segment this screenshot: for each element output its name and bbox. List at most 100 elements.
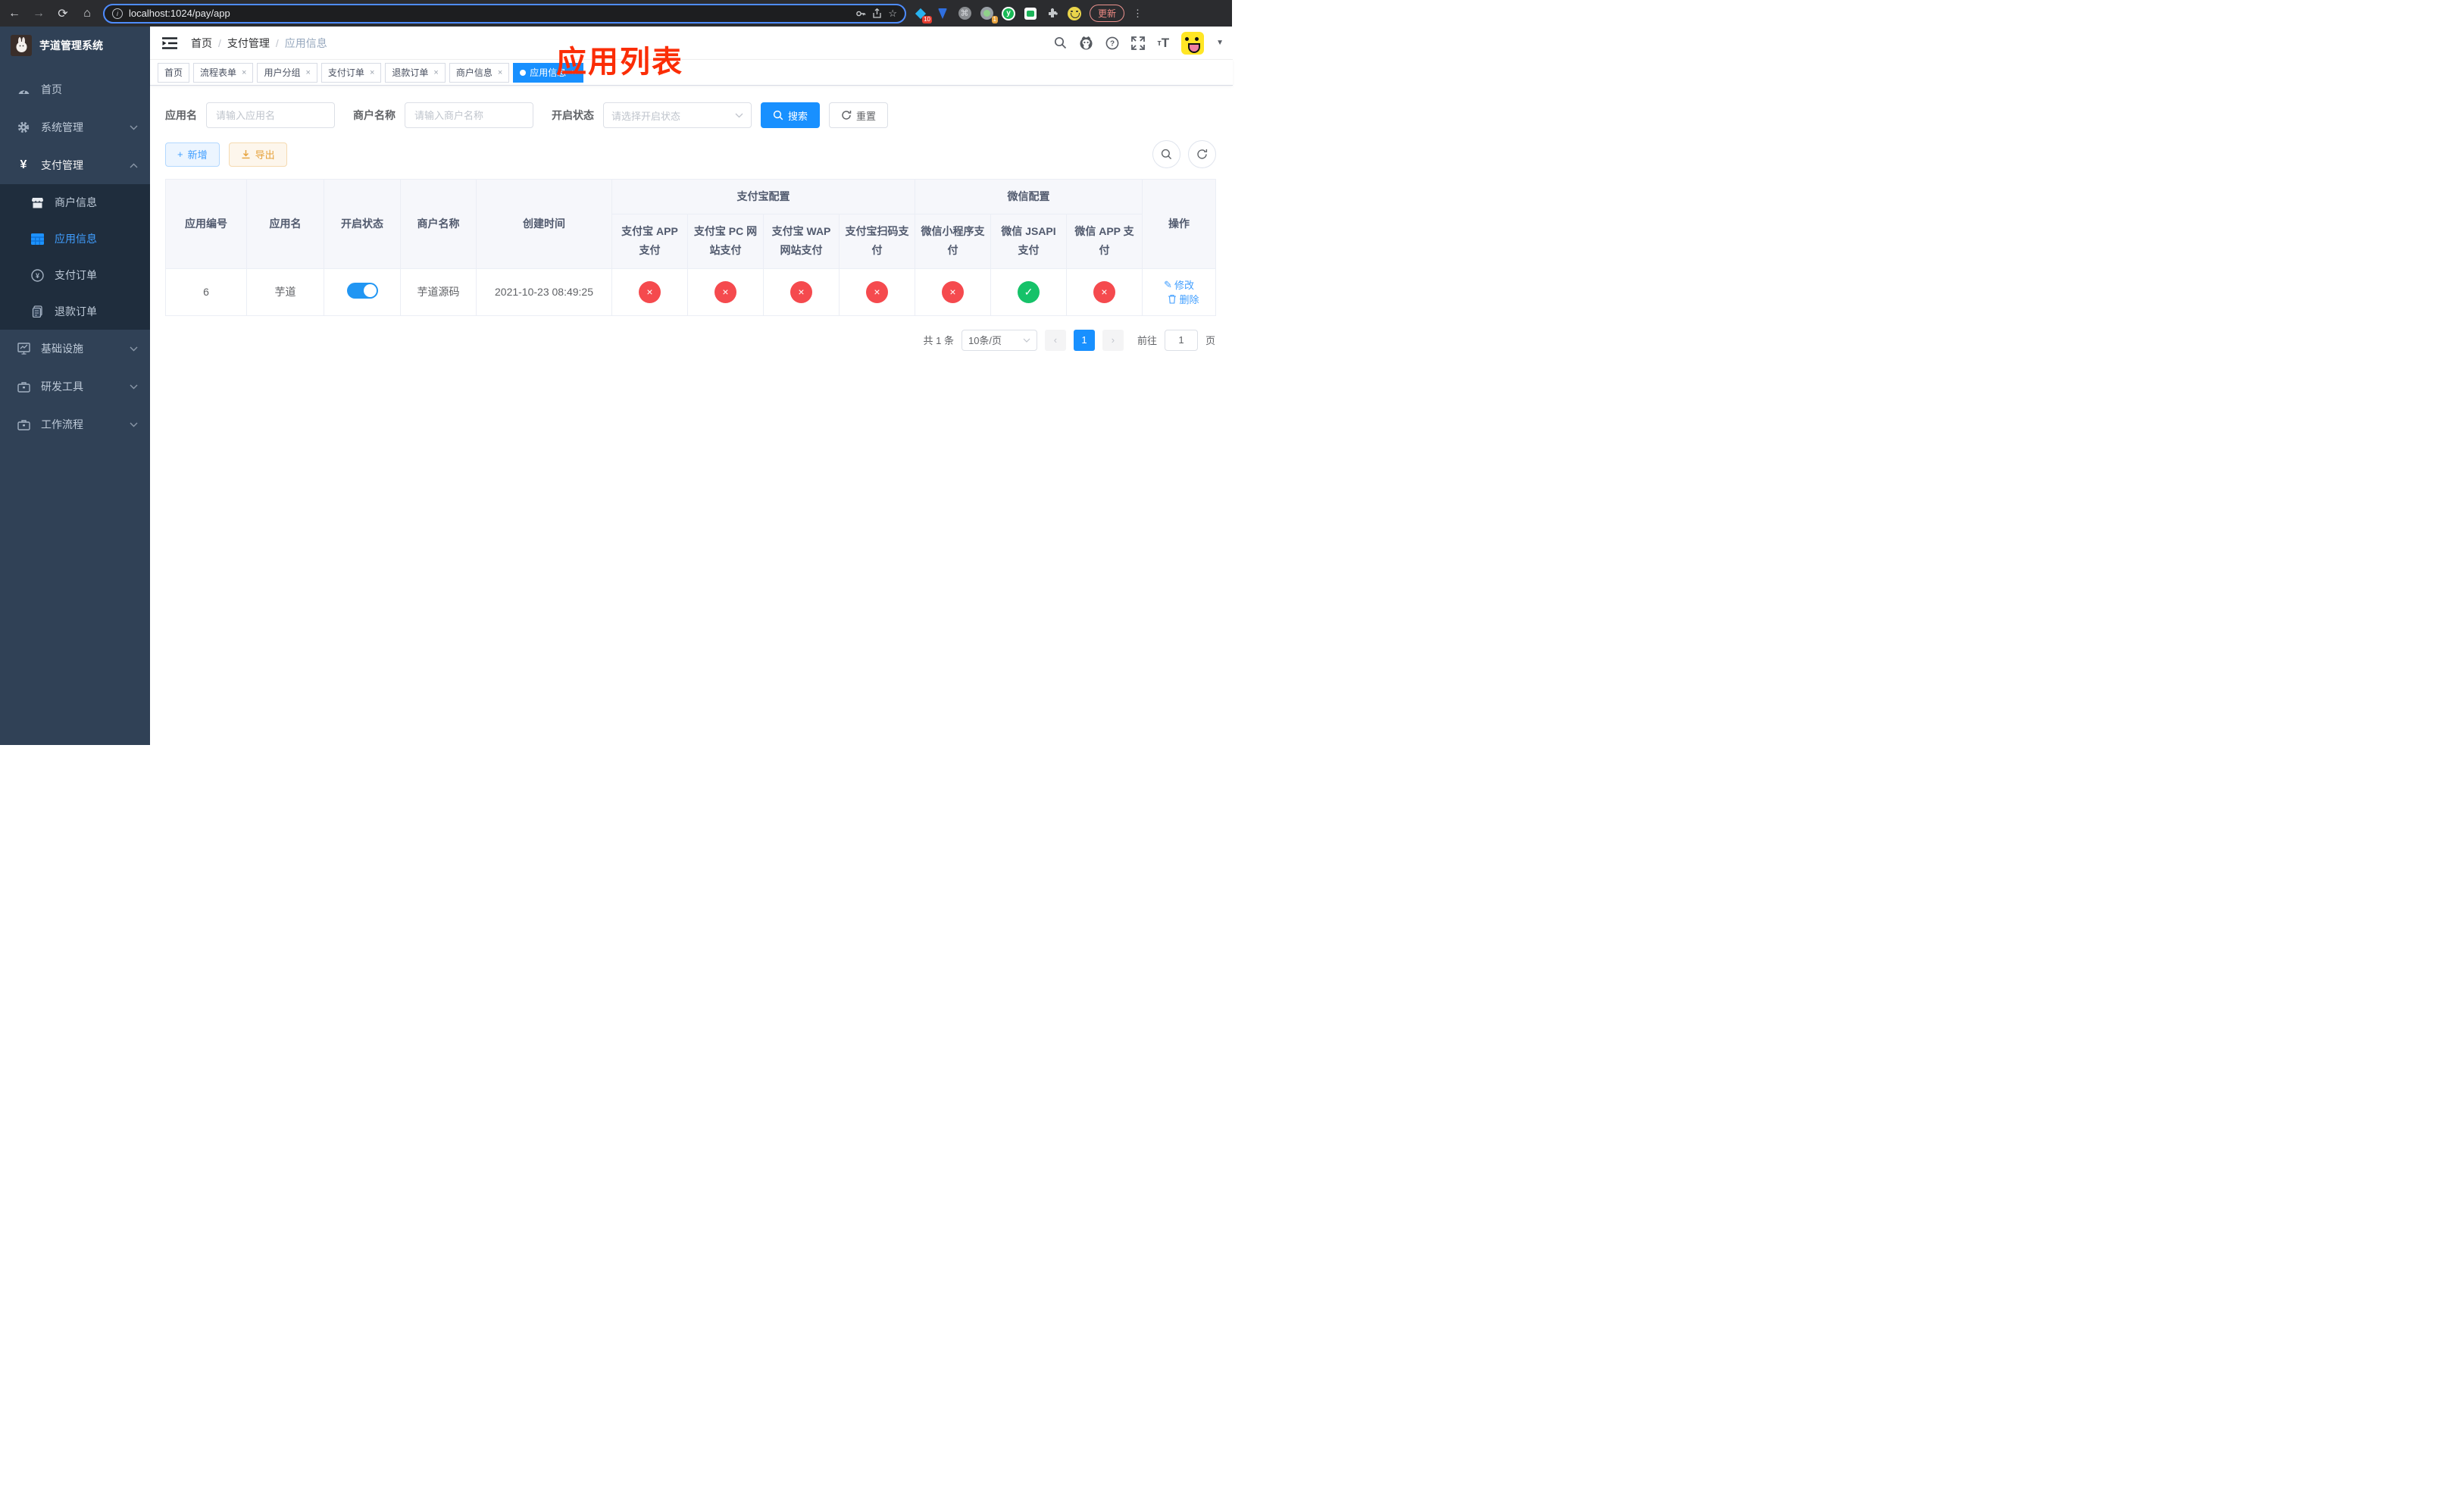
page-size-select[interactable]: 10条/页: [961, 329, 1037, 351]
monitor-chart-icon: [17, 343, 30, 355]
search-button[interactable]: 搜索: [761, 102, 821, 128]
font-size-icon[interactable]: тT: [1157, 36, 1169, 51]
col-group-alipay: 支付宝配置: [611, 178, 915, 215]
prev-page-button[interactable]: ‹: [1044, 329, 1066, 351]
search-icon[interactable]: [1054, 36, 1067, 49]
help-icon[interactable]: ?: [1105, 36, 1119, 50]
cell-app-id: 6: [165, 268, 247, 316]
top-navbar: 首页 / 支付管理 / 应用信息 ? т T ▼: [150, 27, 1233, 60]
search-icon: [1161, 149, 1172, 160]
browser-update-button[interactable]: 更新: [1090, 5, 1125, 22]
extension-y-icon[interactable]: y: [1002, 6, 1015, 20]
toggle-search-button[interactable]: [1152, 140, 1180, 168]
current-page[interactable]: 1: [1073, 329, 1095, 351]
goto-page-input[interactable]: [1164, 329, 1198, 351]
alipay-qr-status-icon: ×: [866, 280, 888, 303]
alipay-app-status-icon: ×: [639, 280, 661, 303]
gear-icon: [17, 121, 30, 133]
sidebar-collapse-icon[interactable]: [162, 36, 177, 49]
col-wechat-mini: 微信小程序支付: [915, 214, 991, 269]
user-avatar[interactable]: [1181, 31, 1205, 55]
close-icon[interactable]: ×: [498, 68, 502, 77]
extension-chat-icon[interactable]: [1024, 7, 1037, 20]
browser-menu-icon[interactable]: ⋮: [1133, 8, 1143, 20]
app-logo-row[interactable]: 芋道管理系统: [0, 27, 150, 64]
chevron-down-icon: [130, 422, 138, 427]
browser-back-button[interactable]: ←: [6, 7, 23, 20]
avatar-dropdown-icon[interactable]: ▼: [1216, 39, 1224, 47]
sidebar-item-dev-tools[interactable]: 研发工具: [0, 368, 150, 405]
sidebar-item-merchant-info[interactable]: 商户信息: [0, 184, 150, 221]
tab-merchant-info[interactable]: 商户信息 ×: [449, 62, 510, 83]
extensions-puzzle-icon[interactable]: [1046, 7, 1059, 20]
browser-home-button[interactable]: ⌂: [79, 7, 95, 20]
merchant-name-input[interactable]: [405, 102, 533, 128]
reset-button[interactable]: 重置: [829, 102, 889, 128]
tab-pay-orders[interactable]: 支付订单 ×: [321, 62, 382, 83]
next-page-button[interactable]: ›: [1102, 329, 1124, 351]
wechat-mini-status-icon: ×: [942, 280, 964, 303]
page-suffix: 页: [1205, 335, 1215, 347]
edit-link[interactable]: ✎ 修改: [1164, 277, 1194, 292]
tab-process-form[interactable]: 流程表单 ×: [193, 62, 254, 83]
sidebar-item-refund-orders[interactable]: 退款订单: [0, 293, 150, 330]
browser-chrome: ← → ⟳ ⌂ i localhost:1024/pay/app ☆ 10 ⌘ …: [0, 0, 1232, 27]
yen-icon: ¥: [20, 158, 27, 171]
app-name-label: 应用名: [165, 109, 197, 121]
refresh-table-button[interactable]: [1188, 140, 1216, 168]
extension-kite-icon[interactable]: [936, 7, 949, 20]
export-button[interactable]: 导出: [228, 142, 287, 167]
sidebar-item-app-info[interactable]: 应用信息: [0, 221, 150, 257]
bookmark-star-icon[interactable]: ☆: [888, 8, 897, 20]
extension-recorder-icon[interactable]: 1: [980, 7, 998, 23]
extension-diamond-icon[interactable]: 10: [914, 7, 932, 23]
col-alipay-pc: 支付宝 PC 网站支付: [687, 214, 764, 269]
sidebar-menu: 首页 系统管理 ¥ 支付管理 商户信息 应用信息 ¥ 支付订单 退款订单 基础设…: [0, 64, 150, 443]
status-select[interactable]: 请选择开启状态: [603, 102, 752, 128]
tab-refund-orders[interactable]: 退款订单 ×: [385, 62, 446, 83]
address-bar[interactable]: i localhost:1024/pay/app ☆: [103, 3, 906, 23]
store-icon: [30, 197, 44, 208]
cell-app-name: 芋道: [246, 268, 324, 316]
share-icon[interactable]: [872, 8, 882, 19]
breadcrumb-current: 应用信息: [284, 36, 327, 49]
add-button[interactable]: + 新增: [165, 142, 220, 167]
sidebar-item-pay-orders[interactable]: ¥ 支付订单: [0, 257, 150, 293]
sidebar-item-workflow[interactable]: 工作流程: [0, 405, 150, 443]
sidebar-item-home[interactable]: 首页: [0, 70, 150, 108]
browser-reload-button[interactable]: ⟳: [55, 6, 71, 21]
sidebar-item-payment[interactable]: ¥ 支付管理: [0, 146, 150, 184]
breadcrumb-payment[interactable]: 支付管理: [227, 36, 270, 51]
chevron-down-icon: [1023, 338, 1030, 343]
app-name-input[interactable]: [206, 102, 335, 128]
tab-home[interactable]: 首页: [158, 62, 190, 83]
col-alipay-wap: 支付宝 WAP 网站支付: [763, 214, 840, 269]
close-icon[interactable]: ×: [305, 68, 310, 77]
briefcase-icon: [17, 381, 30, 393]
close-icon[interactable]: ×: [433, 68, 438, 77]
svg-text:¥: ¥: [35, 272, 39, 280]
tags-view: 首页 流程表单 × 用户分组 × 支付订单 × 退款订单 × 商户信息 × 应用信息 ×: [150, 60, 1233, 86]
extension-command-icon[interactable]: ⌘: [958, 7, 971, 20]
sidebar-item-system[interactable]: 系统管理: [0, 108, 150, 146]
delete-link[interactable]: 删除: [1168, 292, 1199, 306]
sidebar-item-infrastructure[interactable]: 基础设施: [0, 330, 150, 368]
page-content: 应用名 商户名称 开启状态 请选择开启状态 搜索: [150, 86, 1233, 745]
col-group-wechat: 微信配置: [915, 178, 1143, 215]
browser-forward-button[interactable]: →: [30, 7, 47, 20]
col-status: 开启状态: [324, 179, 401, 269]
fullscreen-icon[interactable]: [1131, 36, 1146, 50]
close-icon[interactable]: ×: [370, 68, 374, 77]
tab-user-group[interactable]: 用户分组 ×: [257, 62, 317, 83]
github-icon[interactable]: [1079, 36, 1093, 50]
status-toggle[interactable]: [346, 283, 378, 299]
app-logo-rabbit: [11, 35, 32, 56]
close-icon[interactable]: ×: [242, 68, 246, 77]
breadcrumb-home[interactable]: 首页: [191, 36, 212, 51]
browser-profile-avatar[interactable]: [1068, 6, 1081, 20]
col-operations: 操作: [1142, 179, 1216, 269]
password-key-icon[interactable]: [855, 8, 866, 19]
cell-created: 2021-10-23 08:49:25: [476, 268, 612, 316]
col-alipay-app: 支付宝 APP 支付: [611, 214, 688, 269]
site-info-icon[interactable]: i: [112, 8, 123, 19]
